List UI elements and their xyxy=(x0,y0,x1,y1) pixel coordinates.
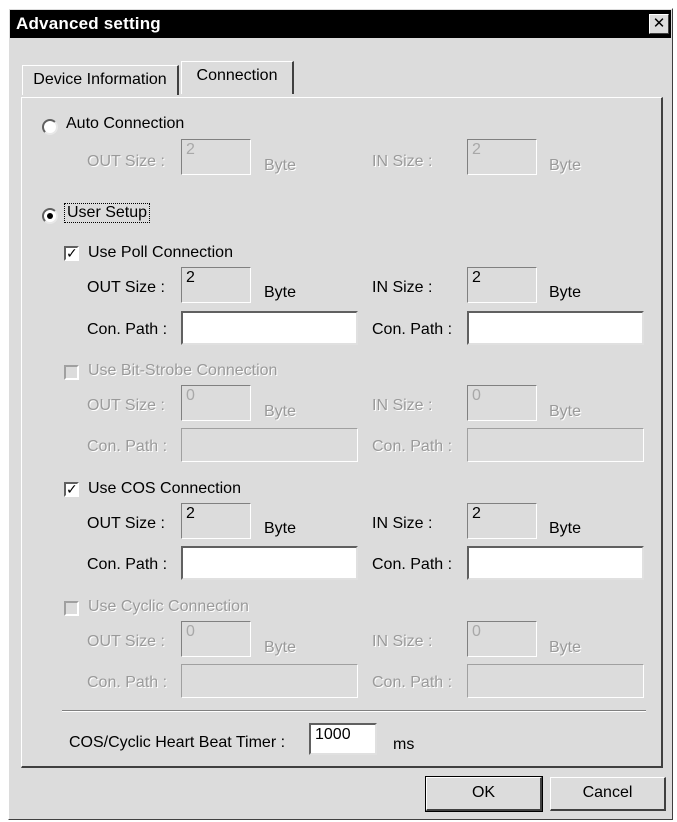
cos-out-path-label: Con. Path : xyxy=(87,556,168,573)
auto-in-size-label: IN Size : xyxy=(372,153,433,170)
auto-in-size-field: 2 xyxy=(467,139,537,175)
auto-out-unit: Byte xyxy=(264,157,297,174)
bitstrobe-out-path-input xyxy=(181,428,358,462)
auto-out-size-label: OUT Size : xyxy=(87,153,165,170)
auto-out-size-field: 2 xyxy=(181,139,251,175)
cyclic-in-path-label: Con. Path : xyxy=(372,674,453,691)
cyclic-out-path-label: Con. Path : xyxy=(87,674,168,691)
cancel-button[interactable]: Cancel xyxy=(550,777,666,811)
bitstrobe-checkbox[interactable] xyxy=(64,365,79,380)
cyclic-out-size-label: OUT Size : xyxy=(87,633,165,650)
auto-in-unit: Byte xyxy=(549,157,582,174)
bitstrobe-out-size-label: OUT Size : xyxy=(87,397,165,414)
ok-button[interactable]: OK xyxy=(425,776,543,812)
poll-out-size-label: OUT Size : xyxy=(87,279,165,296)
cos-checkbox[interactable]: ✓ xyxy=(64,482,79,497)
cos-label: Use COS Connection xyxy=(88,480,241,497)
radio-dot-icon xyxy=(47,213,53,219)
cos-out-unit: Byte xyxy=(264,520,297,537)
cos-out-path-input[interactable] xyxy=(181,546,358,580)
bitstrobe-in-unit: Byte xyxy=(549,403,582,420)
poll-out-path-input[interactable] xyxy=(181,311,358,345)
poll-in-path-label: Con. Path : xyxy=(372,321,453,338)
check-mark-icon: ✓ xyxy=(66,245,78,261)
tab-connection[interactable]: Connection xyxy=(181,61,294,94)
heartbeat-input[interactable]: 1000 xyxy=(309,723,377,755)
poll-in-path-input[interactable] xyxy=(467,311,644,345)
cos-in-path-input[interactable] xyxy=(467,546,644,580)
cyclic-in-unit: Byte xyxy=(549,639,582,656)
bitstrobe-label: Use Bit-Strobe Connection xyxy=(88,362,278,379)
heartbeat-label: COS/Cyclic Heart Beat Timer : xyxy=(69,734,286,751)
cyclic-checkbox[interactable] xyxy=(64,601,79,616)
title-bar: Advanced setting ✕ xyxy=(10,10,671,38)
cyclic-out-path-input xyxy=(181,664,358,698)
advanced-setting-dialog: Advanced setting ✕ Device Information Co… xyxy=(8,8,673,820)
auto-connection-radio[interactable] xyxy=(42,119,58,135)
cos-in-size-label: IN Size : xyxy=(372,515,433,532)
separator xyxy=(62,710,646,712)
bitstrobe-in-path-input xyxy=(467,428,644,462)
bitstrobe-out-size-field: 0 xyxy=(181,385,251,421)
poll-out-unit: Byte xyxy=(264,284,297,301)
poll-out-path-label: Con. Path : xyxy=(87,321,168,338)
user-setup-label: User Setup xyxy=(64,203,151,223)
user-setup-radio[interactable] xyxy=(42,208,58,224)
cyclic-in-size-label: IN Size : xyxy=(372,633,433,650)
poll-out-size-field[interactable]: 2 xyxy=(181,267,251,303)
tab-label: Connection xyxy=(196,67,278,84)
bitstrobe-in-path-label: Con. Path : xyxy=(372,438,453,455)
cos-in-path-label: Con. Path : xyxy=(372,556,453,573)
tab-label: Device Information xyxy=(33,71,167,88)
dialog-title: Advanced setting xyxy=(16,14,161,33)
heartbeat-unit: ms xyxy=(393,736,415,753)
bitstrobe-in-size-field: 0 xyxy=(467,385,537,421)
bitstrobe-out-unit: Byte xyxy=(264,403,297,420)
cyclic-out-size-field: 0 xyxy=(181,621,251,657)
cyclic-in-path-input xyxy=(467,664,644,698)
poll-label: Use Poll Connection xyxy=(88,244,233,261)
close-icon[interactable]: ✕ xyxy=(649,14,669,34)
cos-in-unit: Byte xyxy=(549,520,582,537)
auto-connection-label: Auto Connection xyxy=(66,115,185,132)
cos-out-size-label: OUT Size : xyxy=(87,515,165,532)
poll-in-unit: Byte xyxy=(549,284,582,301)
poll-in-size-field[interactable]: 2 xyxy=(467,267,537,303)
cyclic-in-size-field: 0 xyxy=(467,621,537,657)
check-mark-icon: ✓ xyxy=(66,481,78,497)
cyclic-out-unit: Byte xyxy=(264,639,297,656)
tab-device-information[interactable]: Device Information xyxy=(22,65,179,95)
cos-in-size-field[interactable]: 2 xyxy=(467,503,537,539)
cos-out-size-field[interactable]: 2 xyxy=(181,503,251,539)
bitstrobe-out-path-label: Con. Path : xyxy=(87,438,168,455)
poll-in-size-label: IN Size : xyxy=(372,279,433,296)
connection-panel: Auto Connection OUT Size : 2 Byte IN Siz… xyxy=(21,97,663,768)
poll-checkbox[interactable]: ✓ xyxy=(64,246,79,261)
bitstrobe-in-size-label: IN Size : xyxy=(372,397,433,414)
cyclic-label: Use Cyclic Connection xyxy=(88,598,249,615)
